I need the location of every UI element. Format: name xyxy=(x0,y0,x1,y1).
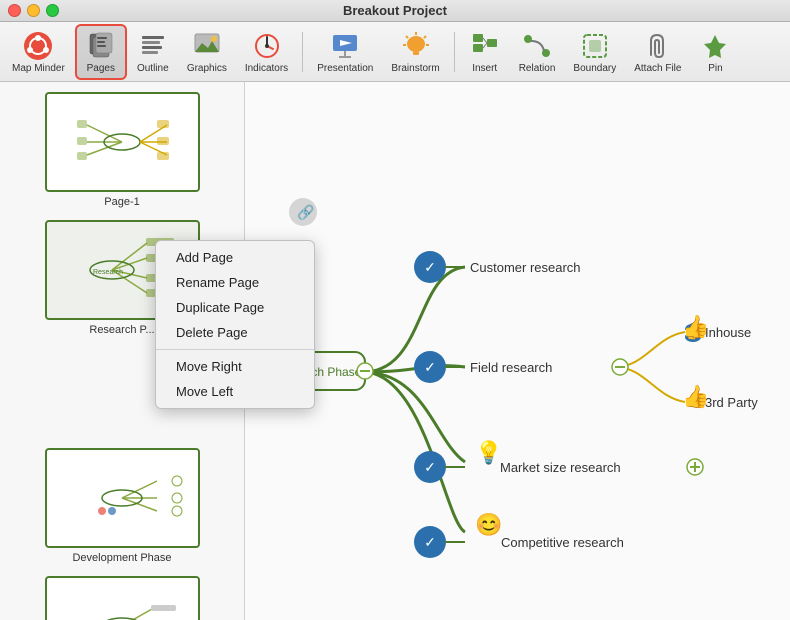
pages-icon xyxy=(85,30,117,62)
page1-thumbnail xyxy=(45,92,200,192)
svg-text:Field research: Field research xyxy=(470,360,552,375)
development-label: Development Phase xyxy=(72,552,171,564)
insert-label: Insert xyxy=(472,63,497,74)
toolbar-item-relation[interactable]: ▼ Relation xyxy=(511,26,564,78)
graphics-label: Graphics xyxy=(187,63,227,74)
toolbar-item-brainstorm[interactable]: Brainstorm xyxy=(383,26,447,78)
relation-icon: ▼ xyxy=(521,30,553,62)
brainstorm-label: Brainstorm xyxy=(391,63,439,74)
development-thumbnail xyxy=(45,448,200,548)
outline-icon xyxy=(137,30,169,62)
svg-text:3rd Party: 3rd Party xyxy=(705,395,758,410)
toolbar-item-map-minder[interactable]: Map Minder xyxy=(4,26,73,78)
svg-text:▼: ▼ xyxy=(499,31,500,40)
toolbar-item-indicators[interactable]: Indicators xyxy=(237,26,296,78)
relation-label: Relation xyxy=(519,63,556,74)
insert-icon: ▼ xyxy=(469,30,501,62)
boundary-icon: ▼ xyxy=(579,30,611,62)
context-menu-delete-page[interactable]: Delete Page xyxy=(156,320,245,345)
attach-file-icon xyxy=(642,30,674,62)
presentation-label: Presentation xyxy=(317,63,373,74)
svg-text:😊: 😊 xyxy=(475,512,502,537)
boundary-label: Boundary xyxy=(573,63,616,74)
toolbar-item-presentation[interactable]: Presentation xyxy=(309,26,381,78)
svg-text:▼: ▼ xyxy=(551,33,552,42)
svg-text:✓: ✓ xyxy=(424,459,436,475)
svg-text:Competitive research: Competitive research xyxy=(501,535,624,550)
svg-text:Customer research: Customer research xyxy=(470,260,581,275)
toolbar-item-graphics[interactable]: Graphics xyxy=(179,26,235,78)
close-button[interactable] xyxy=(8,4,21,17)
map-minder-icon xyxy=(22,30,54,62)
context-menu-duplicate-page[interactable]: Duplicate Page xyxy=(156,295,245,320)
svg-text:✓: ✓ xyxy=(424,359,436,375)
svg-text:👍: 👍 xyxy=(682,384,709,409)
page1-label: Page-1 xyxy=(104,196,139,208)
mindmap-svg: 🔗 Research Phase ✓ Customer res xyxy=(245,82,790,620)
traffic-lights xyxy=(8,4,59,17)
svg-text:Research: Research xyxy=(93,269,123,276)
svg-text:Market size research: Market size research xyxy=(500,460,621,475)
graphics-icon xyxy=(191,30,223,62)
svg-text:✓: ✓ xyxy=(424,534,436,550)
svg-text:Inhouse: Inhouse xyxy=(705,325,751,340)
context-menu-separator xyxy=(156,349,245,350)
separator-2 xyxy=(454,32,455,72)
brainstorm-icon xyxy=(400,30,432,62)
window-title: Breakout Project xyxy=(343,3,447,18)
context-menu: Add Page Rename Page Duplicate Page Dele… xyxy=(155,240,245,409)
pin-icon xyxy=(699,30,731,62)
attach-file-label: Attach File xyxy=(634,63,681,74)
minimize-button[interactable] xyxy=(27,4,40,17)
toolbar-item-boundary[interactable]: ▼ Boundary xyxy=(565,26,624,78)
reporting-thumbnail xyxy=(45,576,200,620)
pin-label: Pin xyxy=(708,63,722,74)
context-menu-add-page[interactable]: Add Page xyxy=(156,245,245,270)
svg-text:🔗: 🔗 xyxy=(297,203,315,221)
sidebar-item-reporting[interactable]: Reporting Status xyxy=(10,576,234,620)
toolbar-item-pages[interactable]: Pages xyxy=(75,24,127,80)
map-minder-label: Map Minder xyxy=(12,63,65,74)
toolbar: Map Minder Pages Outline xyxy=(0,22,790,82)
pages-label: Pages xyxy=(87,63,115,74)
sidebar-item-development[interactable]: Development Phase xyxy=(10,448,234,564)
sidebar-item-page1[interactable]: Page-1 xyxy=(10,92,234,208)
main-area: Page-1 Research Research P... xyxy=(0,82,790,620)
svg-text:💡: 💡 xyxy=(475,440,502,465)
sidebar: Page-1 Research Research P... xyxy=(0,82,245,620)
context-menu-move-left[interactable]: Move Left xyxy=(156,379,245,404)
outline-label: Outline xyxy=(137,63,169,74)
title-bar: Breakout Project xyxy=(0,0,790,22)
toolbar-item-attach-file[interactable]: Attach File xyxy=(626,26,689,78)
context-menu-rename-page[interactable]: Rename Page xyxy=(156,270,245,295)
separator-1 xyxy=(302,32,303,72)
maximize-button[interactable] xyxy=(46,4,59,17)
research-label: Research P... xyxy=(89,324,154,336)
indicators-icon xyxy=(251,30,283,62)
svg-text:▼: ▼ xyxy=(609,33,610,42)
svg-text:✓: ✓ xyxy=(424,259,436,275)
canvas-area[interactable]: 🔗 Research Phase ✓ Customer res xyxy=(245,82,790,620)
toolbar-item-outline[interactable]: Outline xyxy=(129,26,177,78)
indicators-label: Indicators xyxy=(245,63,288,74)
toolbar-item-pin[interactable]: Pin xyxy=(691,26,739,78)
toolbar-item-insert[interactable]: ▼ Insert xyxy=(461,26,509,78)
presentation-icon xyxy=(329,30,361,62)
context-menu-move-right[interactable]: Move Right xyxy=(156,354,245,379)
svg-text:👍: 👍 xyxy=(682,314,709,339)
